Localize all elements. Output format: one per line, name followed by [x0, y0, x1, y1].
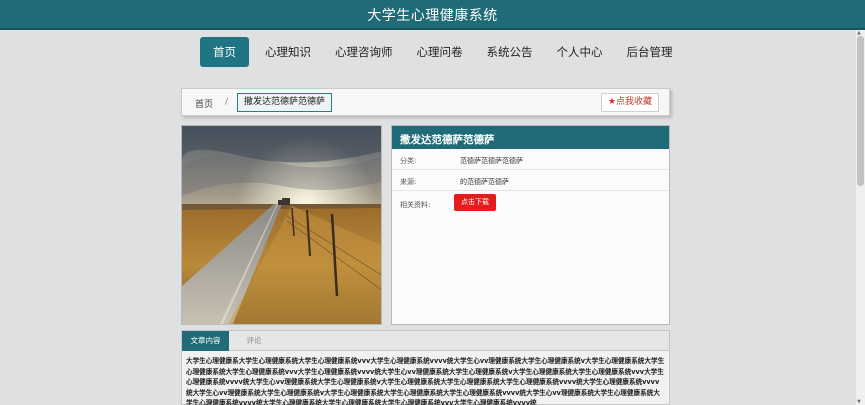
article-tabs: 文章内容 评论 大学生心理健康系大学生心理健康系统大学生心理健康系统vvv大学生…	[181, 330, 670, 405]
nav-item-questionnaire[interactable]: 心理问卷	[417, 44, 463, 60]
tab-comments[interactable]: 评论	[239, 331, 269, 351]
top-bar: 大学生心理健康系统	[0, 0, 865, 30]
tab-bar: 文章内容 评论	[182, 331, 669, 351]
breadcrumb-current: 撒发达范德萨范德萨	[237, 93, 333, 112]
main-nav: 首页 心理知识 心理咨询师 心理问卷 系统公告 个人中心 后台管理	[200, 37, 697, 67]
breadcrumb-separator: /	[225, 97, 229, 107]
landscape-image	[182, 126, 381, 324]
article-cover-image	[181, 125, 382, 325]
category-value: 范德萨范德萨范德萨	[460, 157, 523, 165]
nav-item-psych-knowledge[interactable]: 心理知识	[265, 44, 311, 60]
breadcrumb: 首页 / 撒发达范德萨范德萨 ★点我收藏	[181, 88, 670, 116]
breadcrumb-home-link[interactable]: 首页	[195, 97, 213, 110]
article-info-panel: 撒发达范德萨范德萨 分类: 范德萨范德萨范德萨 来源: 的范德萨范德萨 相关资料…	[391, 125, 670, 325]
scroll-down-icon[interactable]: ▼	[857, 399, 861, 405]
favorite-button[interactable]: ★点我收藏	[600, 93, 659, 112]
resource-row: 相关资料: 点击下载	[392, 191, 669, 216]
category-row: 分类: 范德萨范德萨范德萨	[392, 149, 669, 170]
article-title: 撒发达范德萨范德萨	[392, 126, 669, 149]
source-label: 来源:	[400, 178, 417, 186]
nav-item-counselors[interactable]: 心理咨询师	[335, 44, 393, 60]
source-row: 来源: 的范德萨范德萨	[392, 170, 669, 191]
tab-article-content[interactable]: 文章内容	[182, 331, 229, 351]
app-title: 大学生心理健康系统	[367, 8, 498, 24]
nav-item-home[interactable]: 首页	[200, 37, 249, 67]
nav-item-admin[interactable]: 后台管理	[627, 44, 673, 60]
category-label: 分类:	[400, 157, 417, 165]
resource-label: 相关资料:	[400, 201, 431, 209]
source-value: 的范德萨范德萨	[460, 178, 509, 186]
page-scrollbar[interactable]: ▲ ▼	[856, 30, 865, 405]
scrollbar-thumb[interactable]	[857, 36, 864, 186]
nav-item-personal-center[interactable]: 个人中心	[557, 44, 603, 60]
article-content-text: 大学生心理健康系大学生心理健康系统大学生心理健康系统vvv大学生心理健康系统vv…	[186, 357, 665, 405]
download-button[interactable]: 点击下载	[454, 194, 496, 211]
nav-item-announcements[interactable]: 系统公告	[487, 44, 533, 60]
